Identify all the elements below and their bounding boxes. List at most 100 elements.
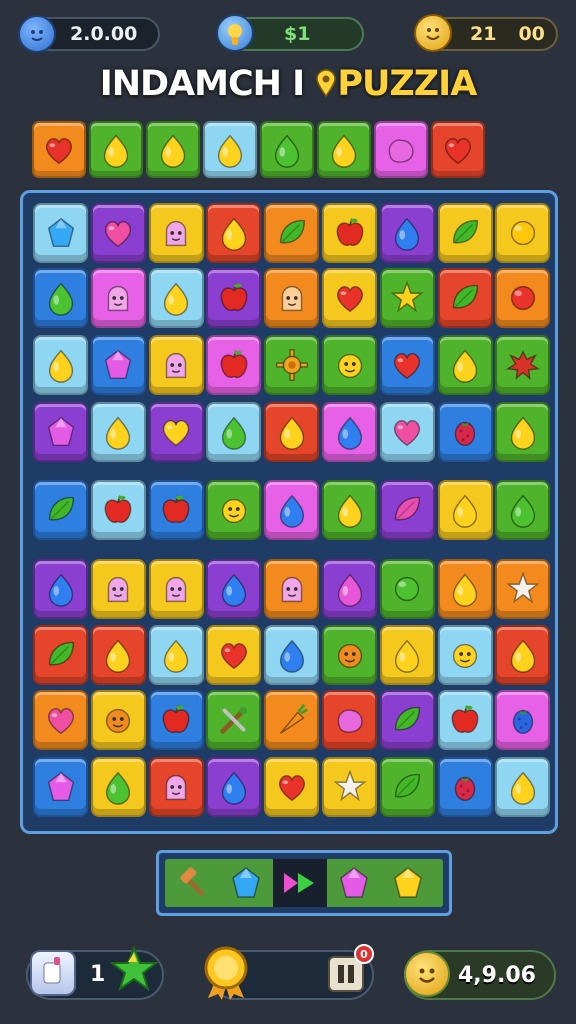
hud-middle-mascot-icon[interactable]: [216, 14, 254, 52]
board-tile[interactable]: [264, 625, 320, 685]
board-tile[interactable]: [90, 757, 146, 817]
board-tile[interactable]: [264, 757, 320, 817]
board-tile[interactable]: [437, 480, 493, 540]
board-tile[interactable]: [437, 690, 493, 750]
booster-hammer[interactable]: [165, 859, 219, 907]
board-tile[interactable]: [379, 335, 435, 395]
board-tile[interactable]: [90, 625, 146, 685]
board-tile[interactable]: [495, 625, 551, 685]
board-tile[interactable]: [148, 559, 204, 619]
booster-arrows-pink-green[interactable]: [273, 859, 327, 907]
star-yellow-icon: [388, 279, 426, 317]
hud-right-coin-icon[interactable]: [414, 14, 452, 52]
board-tile[interactable]: [148, 203, 204, 263]
board-tile[interactable]: [437, 559, 493, 619]
board-tile[interactable]: [148, 757, 204, 817]
board-tile[interactable]: [33, 757, 88, 817]
board-tile[interactable]: [33, 690, 88, 750]
board-tile[interactable]: [322, 203, 377, 263]
board-tile[interactable]: [379, 690, 435, 750]
smiley-coin-icon[interactable]: [404, 951, 450, 997]
board-tile[interactable]: [379, 268, 435, 328]
booster-gem-yellow[interactable]: [381, 859, 435, 907]
board-tile[interactable]: [206, 757, 262, 817]
board-tile[interactable]: [33, 268, 88, 328]
gold-medal-icon[interactable]: [200, 944, 252, 1000]
board-tile[interactable]: [495, 268, 551, 328]
board-tile[interactable]: [495, 402, 551, 462]
board-tile[interactable]: [33, 480, 88, 540]
board-tile[interactable]: [148, 402, 204, 462]
board-tile[interactable]: [206, 335, 262, 395]
board-tile[interactable]: [206, 402, 262, 462]
board-tile[interactable]: [264, 402, 320, 462]
board-tile[interactable]: [322, 625, 377, 685]
board-tile[interactable]: [379, 757, 435, 817]
board-tile[interactable]: [206, 690, 262, 750]
board-tile[interactable]: [437, 625, 493, 685]
board-tile[interactable]: [148, 335, 204, 395]
board-tile[interactable]: [379, 559, 435, 619]
board-tile[interactable]: [379, 402, 435, 462]
board-tile[interactable]: [264, 480, 320, 540]
heart-icon: [40, 131, 78, 169]
board-tile[interactable]: [206, 625, 262, 685]
booster-gem-blue[interactable]: [219, 859, 273, 907]
board-tile[interactable]: [322, 757, 377, 817]
board-tile[interactable]: [495, 335, 551, 395]
board-tile[interactable]: [264, 268, 320, 328]
board-tile[interactable]: [90, 335, 146, 395]
board-tile[interactable]: [322, 690, 377, 750]
board-tile[interactable]: [33, 402, 88, 462]
board-tile[interactable]: [90, 690, 146, 750]
board-tile[interactable]: [322, 480, 377, 540]
board-tile[interactable]: [379, 480, 435, 540]
board-tile[interactable]: [206, 559, 262, 619]
hud-left-badge-icon[interactable]: [18, 15, 56, 53]
board-tile[interactable]: [90, 402, 146, 462]
board-tile[interactable]: [264, 690, 320, 750]
board-tile[interactable]: [264, 203, 320, 263]
board-tile[interactable]: [90, 203, 146, 263]
booster-gem-pink[interactable]: [327, 859, 381, 907]
target-tile: [32, 121, 86, 178]
board-tile[interactable]: [148, 480, 204, 540]
board-tile[interactable]: [206, 480, 262, 540]
green-star-icon[interactable]: [109, 945, 159, 993]
board-tile[interactable]: [206, 203, 262, 263]
cup-box-icon[interactable]: [30, 950, 76, 996]
board-tile[interactable]: [148, 625, 204, 685]
leaf-green-icon: [446, 279, 484, 317]
board-tile[interactable]: [437, 268, 493, 328]
target-tiles-row: [32, 121, 485, 178]
board-tile[interactable]: [33, 203, 88, 263]
board-tile[interactable]: [322, 268, 377, 328]
board-tile[interactable]: [264, 559, 320, 619]
drop-blue-icon: [42, 570, 80, 608]
board-tile[interactable]: [437, 203, 493, 263]
board-tile[interactable]: [322, 402, 377, 462]
board-tile[interactable]: [90, 268, 146, 328]
board-tile[interactable]: [148, 690, 204, 750]
board-tile[interactable]: [379, 203, 435, 263]
board-tile[interactable]: [90, 480, 146, 540]
board-tile[interactable]: [148, 268, 204, 328]
board-tile[interactable]: [437, 335, 493, 395]
board-tile[interactable]: [322, 559, 377, 619]
board-tile[interactable]: [90, 559, 146, 619]
board-tile[interactable]: [495, 559, 551, 619]
board-tile[interactable]: [495, 757, 551, 817]
board-tile[interactable]: [33, 335, 88, 395]
board-tile[interactable]: [33, 625, 88, 685]
board-tile[interactable]: [495, 690, 551, 750]
board-tile[interactable]: [437, 402, 493, 462]
board-tile[interactable]: [437, 757, 493, 817]
board-tile[interactable]: [495, 480, 551, 540]
board-tile[interactable]: [495, 203, 551, 263]
board-tile[interactable]: [322, 335, 377, 395]
board-tile[interactable]: [264, 335, 320, 395]
footer-right-value: 4,9.06: [458, 963, 536, 988]
board-tile[interactable]: [206, 268, 262, 328]
board-tile[interactable]: [33, 559, 88, 619]
board-tile[interactable]: [379, 625, 435, 685]
